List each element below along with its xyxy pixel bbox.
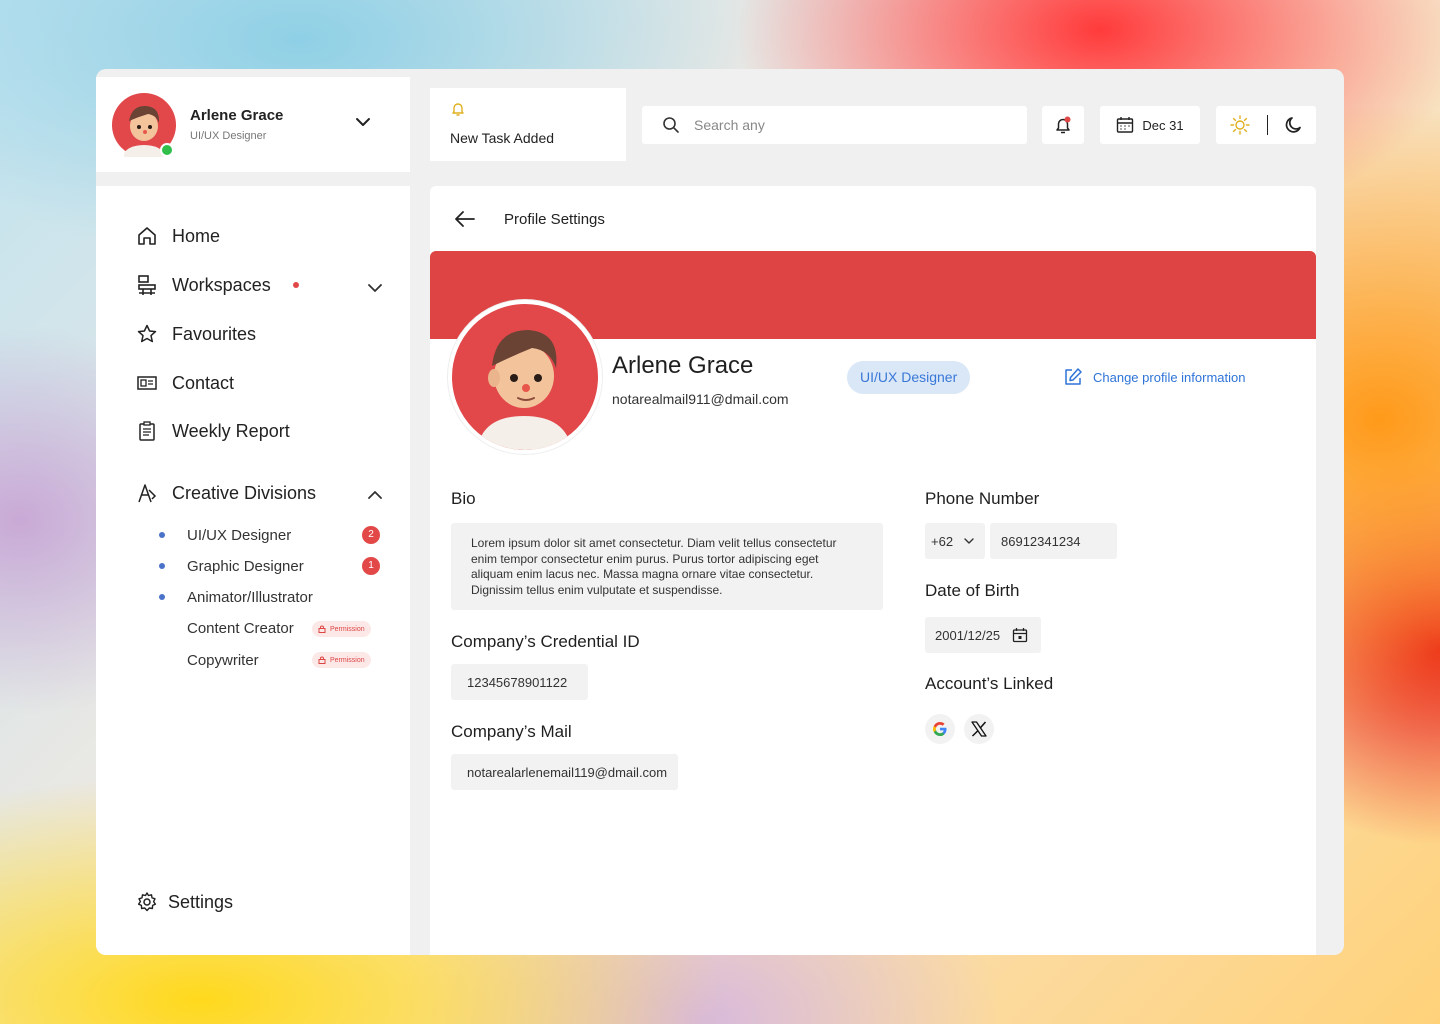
sidebar-item-home[interactable]: Home [136, 225, 220, 247]
creative-tools-icon [138, 484, 157, 503]
home-icon [138, 227, 156, 245]
notification-card[interactable]: New Task Added [430, 88, 626, 161]
accounts-linked-label: Account’s Linked [925, 674, 1054, 693]
dob-value: 2001/12/25 [935, 627, 1001, 643]
profile-name: Arlene Grace [612, 352, 754, 379]
user-role: UI/UX Designer [190, 130, 267, 142]
phone-field[interactable]: 86912341234 [990, 523, 1117, 559]
role-badge: UI/UX Designer [847, 361, 971, 394]
divider [1266, 115, 1268, 135]
notification-text: New Task Added [450, 130, 555, 146]
theme-toggle[interactable] [1216, 106, 1316, 144]
arrow-left-icon[interactable] [454, 210, 476, 228]
division-bullet [159, 563, 165, 569]
sidebar-item-label: Weekly Report [172, 420, 290, 441]
division-item-graphic[interactable]: Graphic Designer [187, 558, 304, 575]
sidebar-item-favourites[interactable]: Favourites [136, 323, 256, 345]
bio-textarea[interactable]: Lorem ipsum dolor sit amet consectetur. … [451, 523, 883, 610]
user-switcher[interactable]: Arlene Grace UI/UX Designer [96, 77, 410, 172]
lock-icon [318, 625, 326, 633]
sidebar-item-label: Home [172, 225, 221, 246]
chevron-down-icon[interactable] [366, 279, 384, 297]
sidebar: Home Workspaces Favourites Contact Weekl… [96, 186, 410, 955]
country-code-value: +62 [931, 533, 954, 549]
avatar-illustration [477, 330, 572, 450]
credential-field[interactable]: 12345678901122 [451, 664, 588, 700]
division-bullet [159, 594, 165, 600]
x-logo-icon [971, 721, 987, 737]
phone-label: Phone Number [925, 489, 1040, 508]
app-window: Arlene Grace UI/UX Designer Home Workspa… [96, 69, 1344, 955]
edit-icon [1065, 368, 1082, 385]
change-profile-link[interactable]: Change profile information [1063, 367, 1245, 387]
star-icon [137, 324, 157, 343]
gear-icon [137, 892, 157, 912]
sidebar-item-label: Settings [168, 891, 234, 912]
sidebar-item-settings[interactable]: Settings [136, 891, 233, 913]
dob-field[interactable]: 2001/12/25 [925, 617, 1041, 653]
profile-settings-panel: Profile Settings Arlene Grace notarealma… [430, 186, 1316, 955]
profile-avatar[interactable] [448, 300, 602, 454]
clipboard-icon [139, 421, 155, 441]
division-item-copywriter[interactable]: Copywriter [187, 652, 259, 669]
permission-tag-label: Permission [330, 625, 365, 633]
sidebar-item-label: Creative Divisions [172, 482, 317, 503]
company-mail-label: Company’s Mail [451, 722, 572, 741]
sidebar-item-label: Workspaces [172, 274, 271, 295]
search-icon [663, 117, 679, 133]
sidebar-item-label: Favourites [172, 323, 257, 344]
division-item-uiux[interactable]: UI/UX Designer [187, 527, 291, 544]
x-account-button[interactable] [964, 714, 994, 744]
bell-alert-icon [1056, 116, 1071, 134]
user-name: Arlene Grace [190, 107, 284, 124]
profile-email: notarealmail911@dmail.com [612, 391, 789, 407]
bell-icon [452, 103, 464, 116]
sidebar-item-workspaces[interactable]: Workspaces [136, 274, 299, 296]
workspace-icon [138, 275, 156, 295]
new-indicator-dot [292, 282, 299, 288]
sidebar-item-creative-divisions[interactable]: Creative Divisions [136, 482, 316, 504]
sidebar-item-weekly-report[interactable]: Weekly Report [136, 420, 290, 442]
google-icon [933, 722, 947, 736]
division-item-content-creator[interactable]: Content Creator [187, 620, 294, 637]
sun-icon[interactable] [1229, 114, 1251, 136]
date-button[interactable]: Dec 31 [1100, 106, 1200, 144]
dob-label: Date of Birth [925, 581, 1020, 600]
moon-icon[interactable] [1284, 115, 1304, 135]
lock-icon [318, 656, 326, 664]
count-badge: 2 [362, 526, 380, 544]
online-status-dot [160, 142, 174, 157]
notifications-button[interactable] [1042, 106, 1084, 144]
contact-card-icon [137, 376, 157, 390]
count-badge: 1 [362, 557, 380, 575]
permission-tag-label: Permission [330, 656, 365, 664]
division-bullet [159, 532, 165, 538]
permission-tag: Permission [312, 652, 371, 668]
sidebar-item-contact[interactable]: Contact [136, 372, 234, 394]
division-item-animator[interactable]: Animator/Illustrator [187, 589, 313, 606]
permission-tag: Permission [312, 621, 371, 637]
calendar-icon [1117, 117, 1134, 133]
calendar-icon[interactable] [1012, 627, 1028, 643]
search-bar[interactable] [642, 106, 1027, 144]
chevron-down-icon[interactable] [354, 113, 372, 131]
bio-label: Bio [451, 489, 476, 508]
search-input[interactable] [694, 117, 994, 133]
page-title: Profile Settings [504, 210, 605, 228]
change-profile-label: Change profile information [1093, 369, 1246, 385]
chevron-up-icon[interactable] [366, 486, 384, 504]
avatar [112, 92, 176, 165]
country-code-select[interactable]: +62 [925, 523, 985, 559]
google-account-button[interactable] [925, 714, 955, 744]
company-mail-field[interactable]: notarealarlenemail119@dmail.com [451, 754, 678, 790]
sidebar-item-label: Contact [172, 372, 235, 393]
date-label: Dec 31 [1142, 117, 1184, 133]
credential-label: Company’s Credential ID [451, 632, 640, 651]
chevron-down-icon [964, 538, 974, 544]
